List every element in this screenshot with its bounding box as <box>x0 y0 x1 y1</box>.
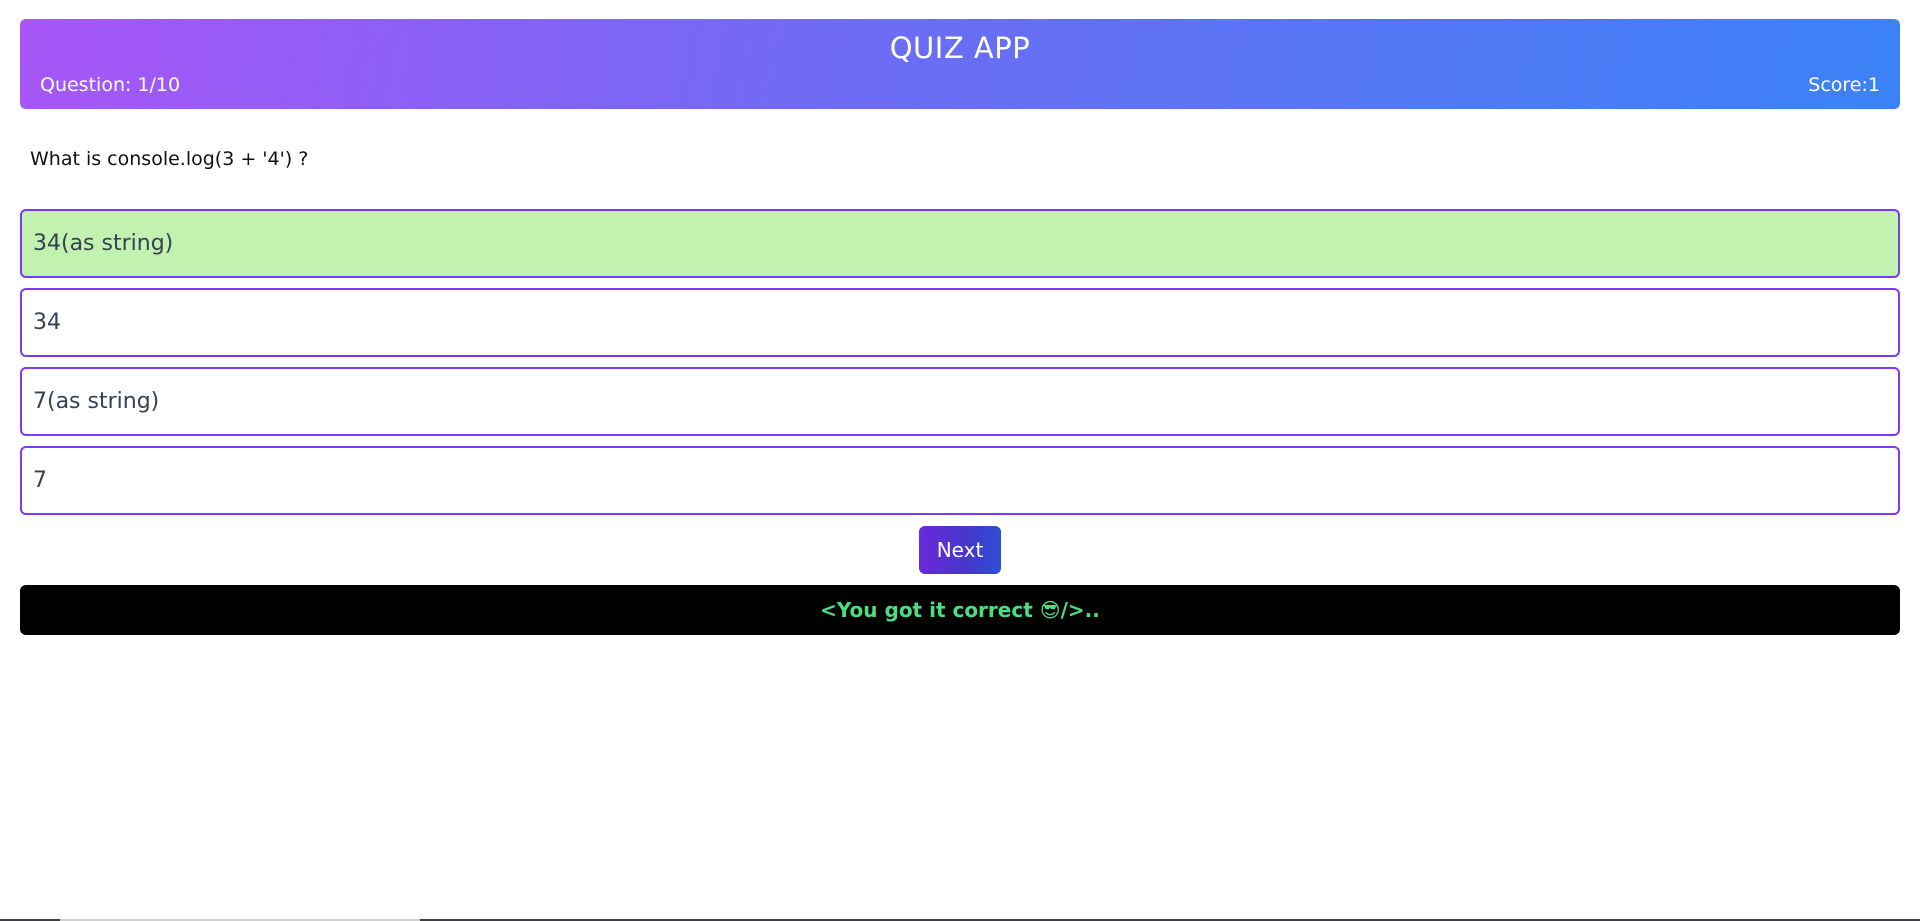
quiz-page: QUIZ APP Question: 1/10 Score:1 What is … <box>0 0 1920 921</box>
score-display: Score:1 <box>1808 74 1880 96</box>
next-button[interactable]: Next <box>919 526 1001 574</box>
question-text: What is console.log(3 + '4') ? <box>30 148 309 170</box>
answer-option-label: 34(as string) <box>33 231 174 256</box>
answer-option[interactable]: 34 <box>20 288 1900 357</box>
question-counter: Question: 1/10 <box>40 74 181 96</box>
answer-option[interactable]: 7(as string) <box>20 367 1900 436</box>
answer-option[interactable]: 7 <box>20 446 1900 515</box>
feedback-banner: <You got it correct 😎/>.. <box>20 585 1900 635</box>
answer-options: 34(as string) 34 7(as string) 7 <box>20 209 1900 525</box>
answer-option-label: 34 <box>33 310 61 335</box>
answer-option-label: 7(as string) <box>33 389 160 414</box>
quiz-header: QUIZ APP Question: 1/10 Score:1 <box>20 19 1900 109</box>
next-button-container: Next <box>0 526 1920 574</box>
answer-option-correct[interactable]: 34(as string) <box>20 209 1900 278</box>
app-title: QUIZ APP <box>889 31 1031 65</box>
feedback-message: <You got it correct 😎/>.. <box>820 598 1100 622</box>
answer-option-label: 7 <box>33 468 47 493</box>
